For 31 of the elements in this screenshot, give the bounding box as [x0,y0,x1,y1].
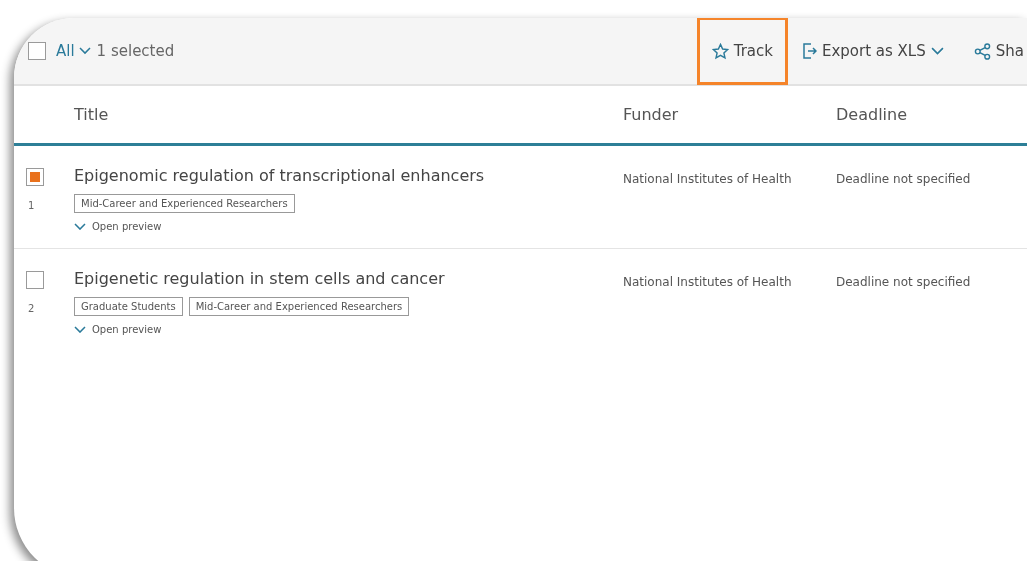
grant-title: Epigenomic regulation of transcriptional enhancers [74,166,486,185]
share-icon [973,42,991,60]
star-button[interactable]: Track [696,18,788,85]
row-number: 1 [27,200,35,211]
chevron-down-icon [74,222,86,231]
selection-count: 1 selected [96,42,175,60]
row-number: 2 [27,303,35,314]
row-checkbox[interactable] [26,168,44,186]
select-all-dropdown[interactable]: All [56,42,91,60]
column-header: Deadline [836,105,908,124]
chevron-down-icon [78,47,91,55]
export-button[interactable]: Export as XLS [787,18,959,85]
audience-tag: Mid-Career and Experienced Researchers [74,194,295,213]
share-button[interactable]: Sha [958,18,1027,85]
open-preview-link[interactable]: Open preview [74,221,162,232]
row-checkbox[interactable] [26,271,44,289]
chevron-down-icon [930,47,944,55]
grant-title: Epigenetic regulation in stem cells and cancer [74,269,446,288]
chevron-down-icon [74,325,86,334]
funder-cell-text: National Institutes of Health [623,274,793,291]
funder-cell-text: National Institutes of Health [623,171,793,188]
audience-tag: Mid-Career and Experienced Researchers [188,297,410,316]
deadline-cell-text: Deadline not specified [836,171,972,188]
export-icon [802,43,817,59]
audience-tag: Graduate Students [74,297,183,316]
select-all-checkbox[interactable] [28,42,46,60]
column-header: Funder [623,105,680,124]
open-preview-link[interactable]: Open preview [74,324,162,335]
column-header: Title [74,105,110,124]
star-icon [711,42,729,60]
deadline-cell-text: Deadline not specified [836,274,972,291]
